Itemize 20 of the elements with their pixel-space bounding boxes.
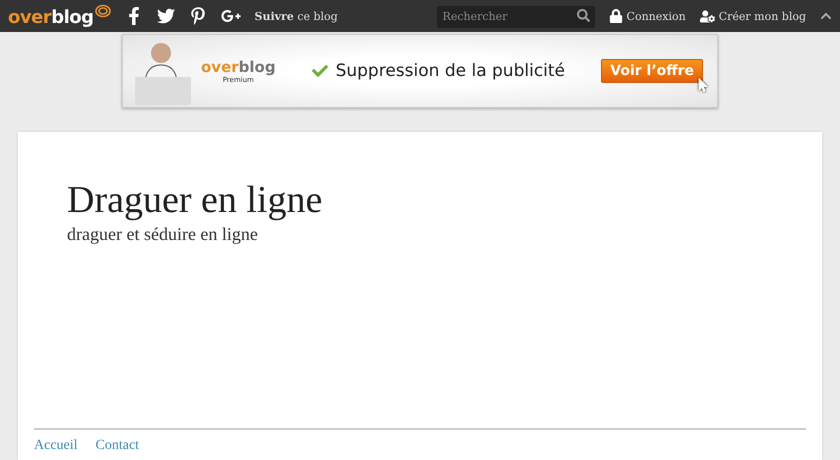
cursor-icon — [696, 78, 710, 92]
footer-link[interactable]: Contact — [96, 438, 140, 460]
top-link[interactable]: Connexion — [608, 9, 686, 23]
check-icon — [312, 63, 328, 79]
footer-link[interactable]: Accueil — [34, 438, 78, 460]
chevron-up-icon[interactable] — [820, 10, 832, 22]
overblog-logo[interactable]: overblog — [8, 4, 110, 28]
blog-title: Draguer en ligne — [67, 178, 324, 222]
user-icon — [700, 8, 715, 24]
search-icon[interactable] — [576, 9, 590, 22]
top-link[interactable]: Créer mon blog — [700, 8, 806, 24]
lock-icon — [608, 9, 623, 23]
ad-text: Suppression de la publicité — [336, 61, 566, 81]
ad-logo: overblog — [201, 58, 276, 76]
blog-subtitle: draguer et séduire en ligne — [67, 224, 259, 245]
twitter-icon[interactable] — [156, 7, 174, 25]
search-field[interactable]: Rechercher — [436, 6, 595, 28]
pinterest-icon[interactable] — [188, 7, 206, 25]
swirl-icon — [94, 4, 110, 20]
follow-link[interactable]: Suivre ce blog — [254, 10, 338, 22]
